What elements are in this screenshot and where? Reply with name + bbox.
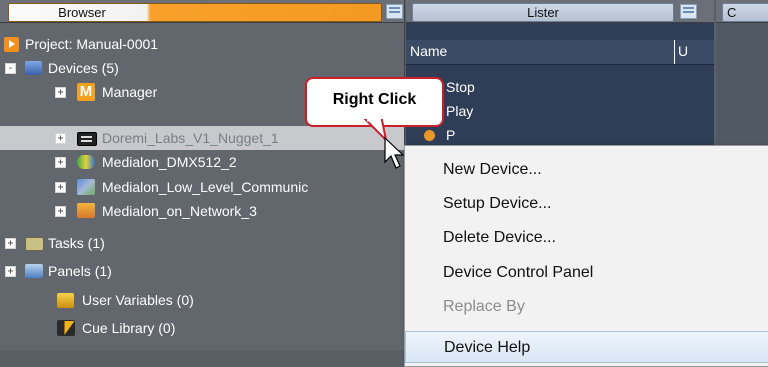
tree-label: Medialon_DMX512_2 xyxy=(102,154,237,170)
panel-options-icon[interactable] xyxy=(386,4,403,19)
menu-item-setup-device[interactable]: Setup Device... xyxy=(405,188,768,220)
tab-third[interactable]: C xyxy=(722,3,768,22)
project-label: Project: Manual-0001 xyxy=(25,36,159,52)
expand-toggle[interactable]: + xyxy=(55,157,66,168)
menu-item-replace-by: Replace By xyxy=(443,298,525,315)
tree-label: Medialon_on_Network_3 xyxy=(102,203,257,219)
tree-label: Manager xyxy=(102,84,158,100)
collapse-toggle[interactable]: - xyxy=(5,63,16,74)
tree-label: Medialon_Low_Level_Communic xyxy=(102,179,309,195)
lister-options-icon[interactable] xyxy=(680,4,697,19)
tree-label: Panels (1) xyxy=(48,263,112,279)
tree-label: Devices (5) xyxy=(48,60,119,76)
tab-lister[interactable]: Lister xyxy=(412,3,674,22)
expand-toggle[interactable]: + xyxy=(55,133,66,144)
expand-toggle[interactable]: + xyxy=(5,266,16,277)
tasks-icon xyxy=(25,237,44,251)
context-menu: New Device... Setup Device... Delete Dev… xyxy=(404,145,768,367)
tab-browser[interactable]: Browser xyxy=(8,3,382,22)
tab-lister-label: Lister xyxy=(527,5,559,20)
tab-browser-label: Browser xyxy=(58,5,106,20)
devices-icon xyxy=(25,61,42,75)
panels-icon xyxy=(25,264,43,278)
menu-item-device-control-panel[interactable]: Device Control Panel xyxy=(405,257,768,289)
menu-item-delete-device[interactable]: Delete Device... xyxy=(405,222,768,254)
doremi-device-icon xyxy=(77,132,97,146)
callout-text: Right Click xyxy=(332,91,417,108)
menu-item-new-device[interactable]: New Device... xyxy=(405,154,768,186)
list-item[interactable]: P xyxy=(406,123,714,147)
tree-item-panels[interactable]: + Panels (1) xyxy=(0,259,380,283)
tree-item-cue-library[interactable]: Cue Library (0) xyxy=(0,316,380,340)
project-row[interactable]: Project: Manual-0001 xyxy=(0,32,380,56)
tree-label: Cue Library (0) xyxy=(82,320,176,336)
list-item[interactable]: Stop xyxy=(406,75,714,99)
tree-item-low-level[interactable]: + Medialon_Low_Level_Communic xyxy=(0,175,392,199)
network-icon xyxy=(77,203,95,218)
tree-item-user-variables[interactable]: User Variables (0) xyxy=(0,288,380,312)
tree-label: Tasks (1) xyxy=(48,235,105,251)
dmx-icon xyxy=(77,155,95,169)
cue-library-icon xyxy=(57,320,75,336)
expand-toggle[interactable]: + xyxy=(55,87,66,98)
tree-item-tasks[interactable]: + Tasks (1) xyxy=(0,231,380,255)
tree-item-doremi[interactable]: + Doremi_Labs_V1_Nugget_1 xyxy=(0,126,404,150)
column-header-name[interactable]: Name xyxy=(410,43,447,59)
expand-toggle[interactable]: + xyxy=(55,206,66,217)
menu-item-device-help[interactable]: Device Help xyxy=(405,331,768,363)
low-level-comm-icon xyxy=(77,179,95,195)
lister-header: Name U xyxy=(406,40,714,65)
tree-label: User Variables (0) xyxy=(82,292,194,308)
tab-third-label: C xyxy=(727,5,737,20)
browser-panel: Browser Project: Manual-0001 - Devices (… xyxy=(0,0,405,350)
tree-label: Doremi_Labs_V1_Nugget_1 xyxy=(102,130,279,146)
user-variables-icon xyxy=(57,293,74,308)
project-icon xyxy=(4,37,19,52)
tree-item-network[interactable]: + Medialon_on_Network_3 xyxy=(0,199,380,223)
manager-m-icon: M xyxy=(77,83,95,101)
status-icon xyxy=(424,130,435,141)
tree-item-dmx[interactable]: + Medialon_DMX512_2 xyxy=(0,150,380,174)
expand-toggle[interactable]: + xyxy=(55,182,66,193)
column-header-u[interactable]: U xyxy=(678,43,688,59)
expand-toggle[interactable]: + xyxy=(5,238,16,249)
list-item[interactable]: Play xyxy=(406,99,714,123)
